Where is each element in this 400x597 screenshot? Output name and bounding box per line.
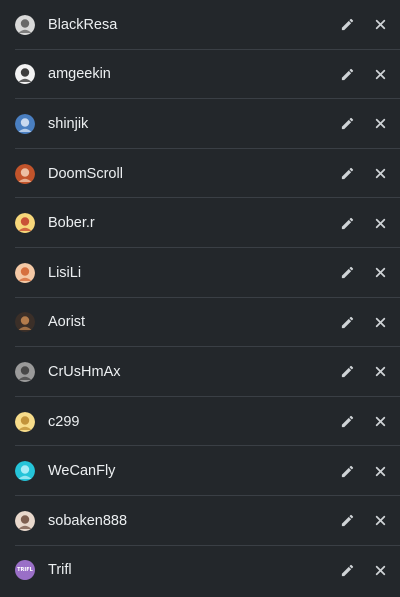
pencil-icon bbox=[340, 265, 355, 280]
remove-user-button[interactable] bbox=[369, 212, 391, 234]
edit-user-button[interactable] bbox=[336, 212, 358, 234]
edit-user-button[interactable] bbox=[336, 559, 358, 581]
cyan-pattern-avatar-icon bbox=[15, 461, 35, 482]
remove-user-button[interactable] bbox=[369, 460, 391, 482]
close-icon bbox=[374, 465, 387, 478]
remove-user-button[interactable] bbox=[369, 559, 391, 581]
user-row[interactable]: Aorist bbox=[0, 298, 400, 348]
masked-face-avatar-icon bbox=[15, 64, 35, 85]
fox-avatar-icon bbox=[15, 163, 35, 184]
user-row[interactable]: sobaken888 bbox=[0, 496, 400, 546]
username-label: c299 bbox=[48, 413, 80, 430]
dog-avatar-icon bbox=[15, 510, 35, 531]
edit-user-button[interactable] bbox=[336, 113, 358, 135]
user-row[interactable]: Bober.r bbox=[0, 198, 400, 248]
pencil-icon bbox=[340, 414, 355, 429]
username-label: Trifl bbox=[48, 562, 72, 579]
remove-user-button[interactable] bbox=[369, 510, 391, 532]
grey-cat-avatar-icon bbox=[15, 361, 35, 382]
edit-user-button[interactable] bbox=[336, 361, 358, 383]
anime-character-avatar-icon bbox=[15, 113, 35, 134]
remove-user-button[interactable] bbox=[369, 63, 391, 85]
pencil-icon bbox=[340, 67, 355, 82]
close-icon bbox=[374, 167, 387, 180]
remove-user-button[interactable] bbox=[369, 311, 391, 333]
close-icon bbox=[374, 217, 387, 230]
cartoon-face-avatar-icon bbox=[15, 213, 35, 234]
remove-user-button[interactable] bbox=[369, 411, 391, 433]
edit-user-button[interactable] bbox=[336, 262, 358, 284]
username-label: BlackResa bbox=[48, 16, 118, 33]
edit-user-button[interactable] bbox=[336, 63, 358, 85]
pencil-icon bbox=[340, 166, 355, 181]
close-icon bbox=[374, 18, 387, 31]
pencil-icon bbox=[340, 216, 355, 231]
edit-user-button[interactable] bbox=[336, 411, 358, 433]
username-label: DoomScroll bbox=[48, 165, 123, 182]
close-icon bbox=[374, 514, 387, 527]
pencil-icon bbox=[340, 563, 355, 578]
pencil-icon bbox=[340, 17, 355, 32]
user-list: BlackResa amgeekin shinjik DoomScroll Bober.… bbox=[0, 0, 400, 595]
close-icon bbox=[374, 117, 387, 130]
trifl-logo-avatar-icon: TRIFL bbox=[15, 560, 35, 581]
remove-user-button[interactable] bbox=[369, 361, 391, 383]
black-cat-avatar-icon bbox=[15, 14, 35, 35]
remove-user-button[interactable] bbox=[369, 262, 391, 284]
close-icon bbox=[374, 68, 387, 81]
user-row[interactable]: LisiLi bbox=[0, 248, 400, 298]
user-row[interactable]: WeCanFly bbox=[0, 446, 400, 496]
username-label: Bober.r bbox=[48, 215, 95, 232]
user-row[interactable]: amgeekin bbox=[0, 50, 400, 100]
dark-figure-avatar-icon bbox=[15, 312, 35, 333]
user-row[interactable]: BlackResa bbox=[0, 0, 400, 50]
close-icon bbox=[374, 266, 387, 279]
fox-face-avatar-icon bbox=[15, 262, 35, 283]
username-label: Aorist bbox=[48, 314, 86, 331]
user-row[interactable]: DoomScroll bbox=[0, 149, 400, 199]
edit-user-button[interactable] bbox=[336, 510, 358, 532]
close-icon bbox=[374, 316, 387, 329]
username-label: shinjik bbox=[48, 115, 89, 132]
pencil-icon bbox=[340, 116, 355, 131]
remove-user-button[interactable] bbox=[369, 113, 391, 135]
user-row[interactable]: TRIFL Trifl bbox=[0, 546, 400, 596]
user-row[interactable]: c299 bbox=[0, 397, 400, 447]
remove-user-button[interactable] bbox=[369, 14, 391, 36]
user-row[interactable]: CrUsHmAx bbox=[0, 347, 400, 397]
close-icon bbox=[374, 415, 387, 428]
pencil-icon bbox=[340, 464, 355, 479]
cartoon-character-avatar-icon bbox=[15, 411, 35, 432]
edit-user-button[interactable] bbox=[336, 311, 358, 333]
username-label: LisiLi bbox=[48, 264, 82, 281]
pencil-icon bbox=[340, 364, 355, 379]
edit-user-button[interactable] bbox=[336, 163, 358, 185]
username-label: sobaken888 bbox=[48, 512, 128, 529]
pencil-icon bbox=[340, 315, 355, 330]
close-icon bbox=[374, 564, 387, 577]
username-label: CrUsHmAx bbox=[48, 363, 121, 380]
close-icon bbox=[374, 365, 387, 378]
edit-user-button[interactable] bbox=[336, 14, 358, 36]
edit-user-button[interactable] bbox=[336, 460, 358, 482]
username-label: amgeekin bbox=[48, 66, 111, 83]
username-label: WeCanFly bbox=[48, 463, 116, 480]
user-row[interactable]: shinjik bbox=[0, 99, 400, 149]
remove-user-button[interactable] bbox=[369, 163, 391, 185]
pencil-icon bbox=[340, 513, 355, 528]
